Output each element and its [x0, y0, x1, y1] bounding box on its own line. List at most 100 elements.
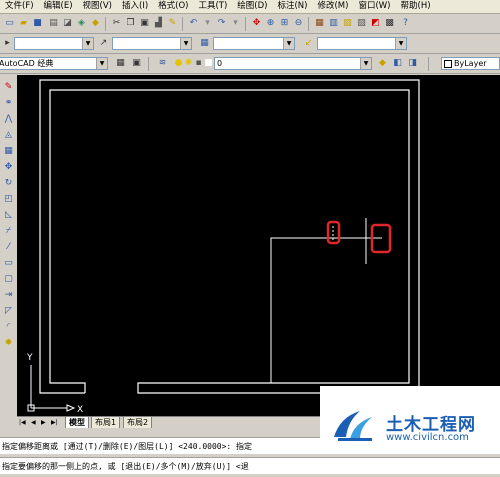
brand-url: www.civilcn.com — [386, 432, 469, 443]
erase-icon[interactable]: ✎ — [2, 81, 15, 94]
toolbar-separator — [428, 57, 429, 71]
undo-dropdown-icon[interactable]: ▾ — [201, 17, 214, 30]
zoom-previous-icon[interactable]: ⊖ — [292, 17, 305, 30]
drawing-svg: Y X — [17, 75, 500, 416]
stretch-icon[interactable]: ◺ — [2, 209, 15, 222]
modify-toolbar: ✎ ⚭ ⋀ ◬ ▦ ✥ ↻ ◰ ◺ ⌿ ⁄ ▭ ▢ ⇥ ◸ ◜ ✸ — [0, 75, 18, 402]
menu-modify[interactable]: 修改(M) — [312, 0, 353, 13]
next-tab-icon[interactable]: ▶ — [41, 417, 46, 428]
layers-toolbar: AutoCAD 经典 ▼ ▦ ▣ ≋ ● ✺ ▪ ■ 0 ▼ ◆ ◧ ◨ ByLay… — [0, 54, 500, 74]
scale-icon[interactable]: ◰ — [2, 193, 15, 206]
block-editor-icon[interactable]: ✎ — [166, 17, 179, 30]
paste-icon[interactable]: ▣ — [138, 17, 151, 30]
move-icon[interactable]: ✥ — [2, 161, 15, 174]
match-properties-icon[interactable]: ▟ — [152, 17, 165, 30]
cut-icon[interactable]: ✂ — [110, 17, 123, 30]
rotate-icon[interactable]: ↻ — [2, 177, 15, 190]
dim-style-icon[interactable]: ↗ — [97, 37, 110, 50]
help-icon[interactable]: ? — [399, 17, 412, 30]
color-value: ByLayer — [454, 59, 487, 68]
first-tab-icon[interactable]: |◀ — [19, 417, 26, 428]
new-icon[interactable]: ▭ — [3, 17, 16, 30]
array-icon[interactable]: ▦ — [2, 145, 15, 158]
markup-icon[interactable]: ◩ — [369, 17, 382, 30]
calculator-icon[interactable]: ▩ — [383, 17, 396, 30]
toolbar-separator — [105, 17, 106, 31]
ucs-y-label: Y — [26, 353, 33, 363]
design-center-icon[interactable]: ▥ — [327, 17, 340, 30]
tool-palettes-icon[interactable]: ▧ — [341, 17, 354, 30]
zoom-window-icon[interactable]: ⊞ — [278, 17, 291, 30]
menu-window[interactable]: 窗口(W) — [353, 0, 395, 13]
toolbar-grip-icon: ▸ — [5, 38, 10, 48]
color-combo[interactable]: ByLayer — [441, 57, 500, 70]
join-icon[interactable]: ⇥ — [2, 289, 15, 302]
command-prompt-line[interactable]: 指定要偏移的那一侧上的点, 或 [退出(E)/多个(M)/放弃(U)] <退 — [0, 457, 500, 474]
redo-icon[interactable]: ↷ — [215, 17, 228, 30]
chevron-down-icon: ▼ — [360, 58, 371, 69]
zoom-realtime-icon[interactable]: ⊕ — [264, 17, 277, 30]
publish-icon[interactable]: ◈ — [75, 17, 88, 30]
layer-previous-icon[interactable]: ◧ — [391, 57, 404, 70]
table-style-combo[interactable]: ▼ — [213, 37, 295, 50]
layer-states-icon[interactable]: ◨ — [406, 57, 419, 70]
extend-icon[interactable]: ⁄ — [2, 241, 15, 254]
redo-dropdown-icon[interactable]: ▾ — [229, 17, 242, 30]
multileader-style-icon[interactable]: ↙ — [302, 37, 315, 50]
pan-icon[interactable]: ✥ — [250, 17, 263, 30]
offset-icon[interactable]: ◬ — [2, 129, 15, 142]
standard-toolbar: ▭ ▰ ■ ▤ ◪ ◈ ◆ ✂ ❐ ▣ ▟ ✎ ↶ ▾ ↷ ▾ ✥ ⊕ ⊞ ⊖ … — [0, 14, 500, 34]
layer-combo[interactable]: 0 ▼ — [214, 57, 372, 70]
save-icon[interactable]: ■ — [31, 17, 44, 30]
color-swatch-icon — [444, 59, 452, 68]
last-tab-icon[interactable]: ▶| — [51, 417, 58, 428]
menu-file[interactable]: 文件(F) — [0, 0, 39, 13]
workspace-combo[interactable]: AutoCAD 经典 ▼ — [0, 57, 108, 70]
multileader-style-combo[interactable]: ▼ — [317, 37, 407, 50]
break-icon[interactable]: ▢ — [2, 273, 15, 286]
mirror-icon[interactable]: ⋀ — [2, 113, 15, 126]
plot-preview-icon[interactable]: ◪ — [61, 17, 74, 30]
chevron-down-icon: ▼ — [283, 38, 294, 49]
brand-logo-icon — [334, 411, 372, 441]
layer-name: 0 — [217, 59, 223, 68]
toolbar-separator — [148, 57, 149, 71]
print-icon[interactable]: ▤ — [47, 17, 60, 30]
copy-icon[interactable]: ❐ — [124, 17, 137, 30]
copy-object-icon[interactable]: ⚭ — [2, 97, 15, 110]
make-current-layer-icon[interactable]: ◆ — [376, 57, 389, 70]
menu-help[interactable]: 帮助(H) — [396, 0, 436, 13]
menu-draw[interactable]: 绘图(D) — [232, 0, 272, 13]
properties-icon[interactable]: ▦ — [313, 17, 326, 30]
table-style-icon[interactable]: ▦ — [198, 37, 211, 50]
dim-style-combo[interactable]: ▼ — [112, 37, 192, 50]
explode-icon[interactable]: ✸ — [2, 337, 15, 350]
menu-edit[interactable]: 编辑(E) — [39, 0, 78, 13]
styles-toolbar: ▸ ▼ ↗ ▼ ▦ ▼ ↙ ▼ — [0, 34, 500, 54]
menu-tools[interactable]: 工具(T) — [193, 0, 232, 13]
undo-icon[interactable]: ↶ — [187, 17, 200, 30]
layer-manager-icon[interactable]: ≋ — [156, 57, 169, 70]
break-at-point-icon[interactable]: ▭ — [2, 257, 15, 270]
prev-tab-icon[interactable]: ◀ — [31, 417, 36, 428]
workspace-settings-icon[interactable]: ▦ — [114, 57, 127, 70]
chamfer-icon[interactable]: ◸ — [2, 305, 15, 318]
menu-bar: 文件(F) 编辑(E) 视图(V) 插入(I) 格式(O) 工具(T) 绘图(D… — [0, 0, 500, 14]
fillet-icon[interactable]: ◜ — [2, 321, 15, 334]
open-icon[interactable]: ▰ — [17, 17, 30, 30]
drawing-canvas[interactable]: Y X — [17, 75, 500, 416]
chevron-down-icon: ▼ — [96, 58, 107, 69]
toolbar-separator — [308, 17, 309, 31]
workspace-save-icon[interactable]: ▣ — [130, 57, 143, 70]
chevron-down-icon: ▼ — [395, 38, 406, 49]
menu-format[interactable]: 格式(O) — [153, 0, 193, 13]
toolbar-separator — [182, 17, 183, 31]
toolbar-separator — [245, 17, 246, 31]
menu-dimension[interactable]: 标注(N) — [272, 0, 312, 13]
menu-view[interactable]: 视图(V) — [78, 0, 117, 13]
text-style-combo[interactable]: ▼ — [14, 37, 94, 50]
3d-dwf-icon[interactable]: ◆ — [89, 17, 102, 30]
sheet-set-icon[interactable]: ▨ — [355, 17, 368, 30]
menu-insert[interactable]: 插入(I) — [117, 0, 153, 13]
trim-icon[interactable]: ⌿ — [2, 225, 15, 238]
